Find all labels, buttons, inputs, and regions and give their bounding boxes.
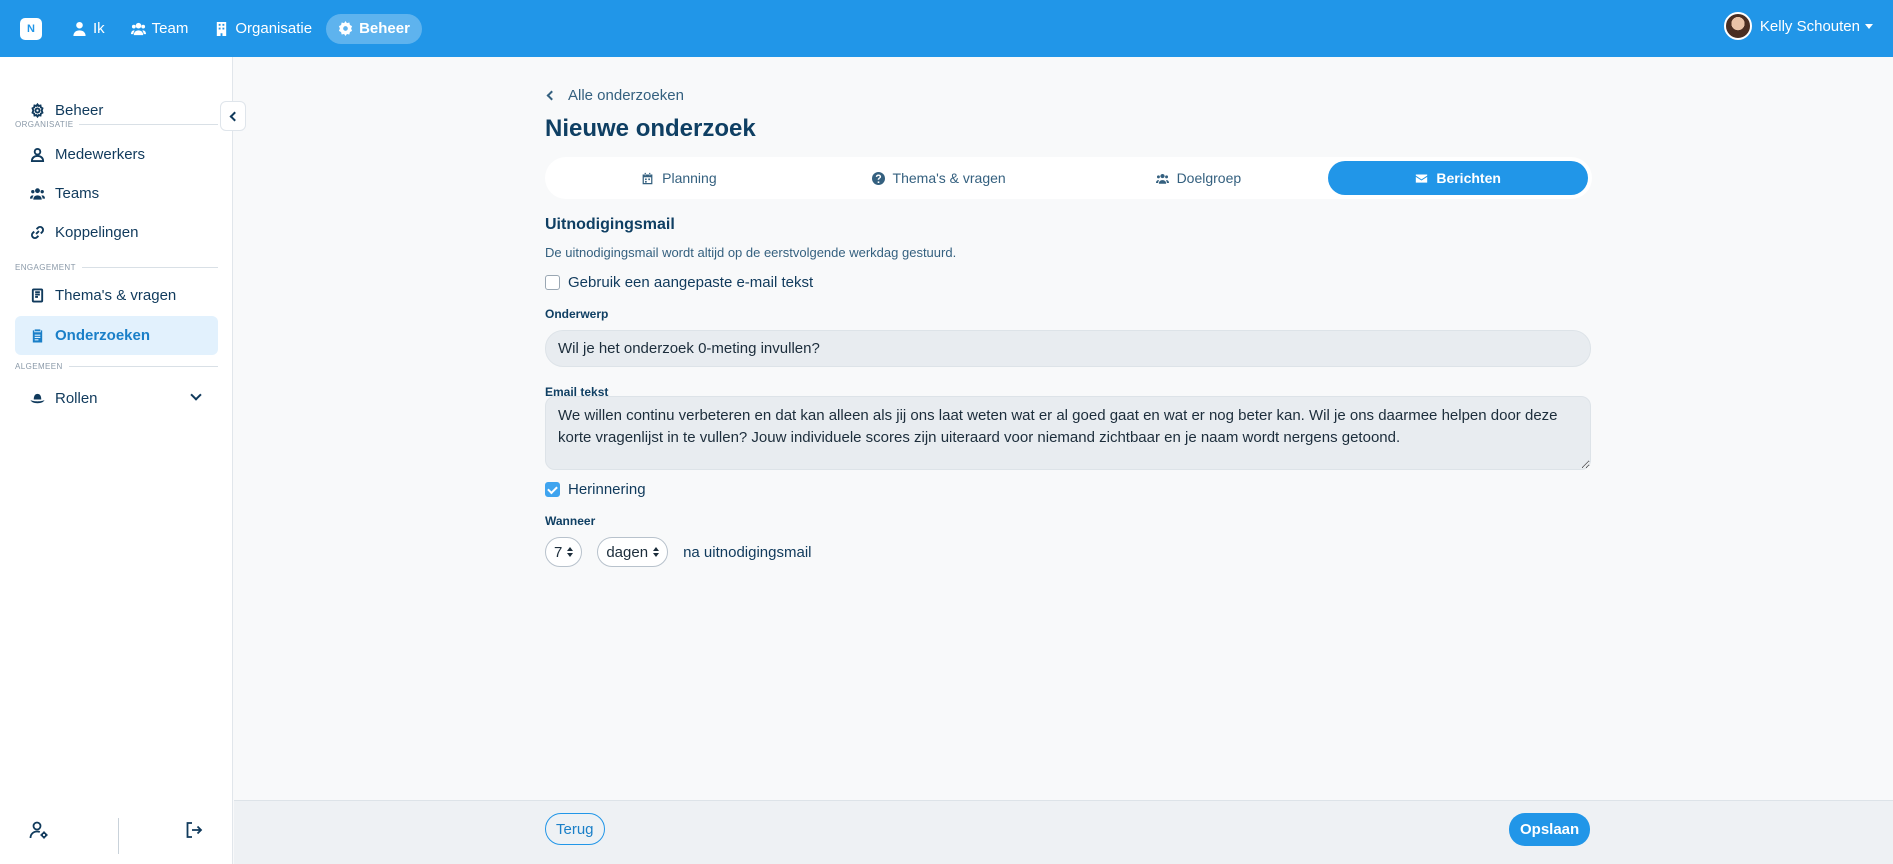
user-menu[interactable]: Kelly Schouten <box>1723 12 1873 40</box>
sidebar-item-label: Teams <box>55 185 100 202</box>
when-label: Wanneer <box>545 514 596 528</box>
logout-icon[interactable] <box>184 820 206 842</box>
nav-ik-label: Ik <box>93 20 105 37</box>
sidebar-item-medewerkers[interactable]: Medewerkers <box>15 135 218 174</box>
sidebar-item-label: Medewerkers <box>55 146 146 163</box>
user-icon <box>30 147 45 162</box>
question-icon <box>871 171 885 185</box>
tab-themas-vragen[interactable]: Thema's & vragen <box>809 161 1069 195</box>
calendar-icon <box>642 172 653 184</box>
custom-email-checkbox[interactable]: Gebruik een aangepaste e-mail tekst <box>545 274 813 291</box>
users-icon <box>30 188 45 200</box>
app-logo[interactable]: N <box>20 17 42 40</box>
checkbox-label: Gebruik een aangepaste e-mail tekst <box>568 274 814 291</box>
sidebar-footer <box>0 800 233 864</box>
sidebar-item-themas-vragen[interactable]: Thema's & vragen <box>15 276 218 315</box>
nav-organisatie[interactable]: Organisatie <box>202 14 324 44</box>
sidebar-item-teams[interactable]: Teams <box>15 174 218 213</box>
checkbox-label: Herinnering <box>568 481 646 498</box>
gear-icon <box>339 21 353 36</box>
sidebar-item-label: Onderzoeken <box>55 327 151 344</box>
chevron-down-icon <box>190 389 202 401</box>
main-content: Alle onderzoeken Nieuwe onderzoek Planni… <box>234 57 1893 800</box>
sidebar-item-label: Thema's & vragen <box>55 287 177 304</box>
reminder-checkbox[interactable]: Herinnering <box>545 481 646 498</box>
gear-icon <box>31 103 44 118</box>
hat-icon <box>30 393 45 404</box>
section-organisatie: ORGANISATIE <box>15 120 218 129</box>
sidebar-item-rollen[interactable]: Rollen <box>15 379 218 418</box>
envelope-icon <box>1416 173 1428 183</box>
sidebar-item-label: Beheer <box>55 102 104 119</box>
email-text-textarea[interactable]: We willen continu verbeteren en dat kan … <box>545 396 1591 470</box>
book-icon <box>31 288 44 303</box>
tab-label: Doelgroep <box>1176 170 1242 186</box>
subject-input[interactable] <box>545 330 1591 367</box>
section-label: ORGANISATIE <box>15 120 74 129</box>
nav-beheer[interactable]: Beheer <box>326 13 422 44</box>
building-icon <box>217 21 227 36</box>
sidebar-item-label: Koppelingen <box>55 224 139 241</box>
nav-organisatie-label: Organisatie <box>235 20 313 37</box>
section-algemeen: ALGEMEEN <box>15 362 218 371</box>
users-icon <box>1155 173 1169 184</box>
link-icon <box>31 226 44 239</box>
chevron-left-icon <box>546 90 557 101</box>
divider <box>118 818 119 854</box>
tab-label: Planning <box>662 170 717 186</box>
back-link[interactable]: Alle onderzoeken <box>545 87 684 104</box>
chevron-left-icon <box>229 111 240 121</box>
section-label: ALGEMEEN <box>15 362 63 371</box>
user-icon <box>73 21 86 36</box>
subject-label: Onderwerp <box>545 307 609 321</box>
reminder-timing: 7 dagen na uitnodigingsmail <box>545 537 811 567</box>
checkbox-box[interactable] <box>545 482 560 497</box>
nav-beheer-label: Beheer <box>359 20 410 37</box>
sidebar: Beheer ORGANISATIE Medewerkers Teams Kop… <box>0 57 233 864</box>
clipboard-icon <box>32 329 43 343</box>
user-name: Kelly Schouten <box>1759 17 1860 35</box>
tab-planning[interactable]: Planning <box>549 161 809 195</box>
back-button[interactable]: Terug <box>545 813 605 845</box>
page-title: Nieuwe onderzoek <box>545 115 756 142</box>
nav-ik[interactable]: Ik <box>60 14 117 44</box>
help-text: De uitnodigingsmail wordt altijd op de e… <box>545 245 957 260</box>
top-navbar: N Ik Team Organisatie Beheer Kelly Schou… <box>0 0 1893 57</box>
section-label: ENGAGEMENT <box>15 263 76 272</box>
sidebar-item-koppelingen[interactable]: Koppelingen <box>15 213 218 252</box>
nav-team-label: Team <box>151 20 189 37</box>
checkbox-box[interactable] <box>545 275 560 290</box>
tab-berichten[interactable]: Berichten <box>1328 161 1588 195</box>
form-footer: Terug Opslaan <box>234 800 1893 864</box>
sidebar-collapse-button[interactable] <box>220 101 246 131</box>
when-suffix: na uitnodigingsmail <box>683 543 812 561</box>
sidebar-item-onderzoeken[interactable]: Onderzoeken <box>15 316 218 355</box>
section-engagement: ENGAGEMENT <box>15 263 218 272</box>
sort-arrows-icon <box>567 547 574 557</box>
sidebar-item-label: Rollen <box>55 390 98 407</box>
sort-arrows-icon <box>653 547 660 557</box>
caret-down-icon <box>1865 23 1873 29</box>
days-number-select[interactable]: 7 <box>545 537 583 567</box>
users-icon <box>130 22 146 36</box>
select-value: 7 <box>554 543 563 561</box>
avatar <box>1723 12 1752 40</box>
user-settings-icon[interactable] <box>29 820 51 842</box>
select-value: dagen <box>606 543 649 561</box>
section-title: Uitnodigingsmail <box>545 216 675 233</box>
back-link-label: Alle onderzoeken <box>568 87 684 104</box>
tab-label: Berichten <box>1436 170 1501 186</box>
tab-label: Thema's & vragen <box>892 170 1006 186</box>
save-button[interactable]: Opslaan <box>1509 813 1591 846</box>
unit-select[interactable]: dagen <box>597 537 669 567</box>
tab-bar: Planning Thema's & vragen Doelgroep Beri… <box>545 157 1592 199</box>
tab-doelgroep[interactable]: Doelgroep <box>1069 161 1329 195</box>
nav-team[interactable]: Team <box>119 14 201 44</box>
